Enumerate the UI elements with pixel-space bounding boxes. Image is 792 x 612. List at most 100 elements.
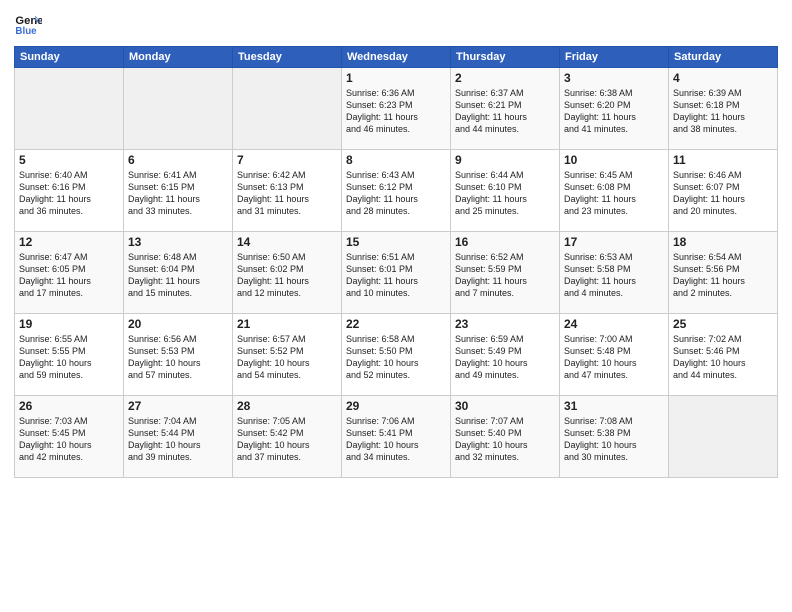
calendar-body: 1 Sunrise: 6:36 AM Sunset: 6:23 PM Daylig… (15, 68, 778, 478)
calendar-cell: 24Sunrise: 7:00 AM Sunset: 5:48 PM Dayli… (560, 314, 669, 396)
cell-info: Sunrise: 6:44 AM Sunset: 6:10 PM Dayligh… (455, 169, 555, 218)
week-row-2: 5 Sunrise: 6:40 AM Sunset: 6:16 PM Daylig… (15, 150, 778, 232)
calendar-cell (233, 68, 342, 150)
calendar-header: SundayMondayTuesdayWednesdayThursdayFrid… (15, 47, 778, 68)
cell-info: Sunrise: 7:08 AM Sunset: 5:38 PM Dayligh… (564, 415, 664, 464)
cell-info: Sunrise: 7:05 AM Sunset: 5:42 PM Dayligh… (237, 415, 337, 464)
header-day-sunday: Sunday (15, 47, 124, 68)
week-row-5: 26Sunrise: 7:03 AM Sunset: 5:45 PM Dayli… (15, 396, 778, 478)
day-number: 10 (564, 153, 664, 167)
calendar-cell: 15 Sunrise: 6:51 AM Sunset: 6:01 PM Dayli… (342, 232, 451, 314)
day-number: 7 (237, 153, 337, 167)
day-number: 20 (128, 317, 228, 331)
header-day-friday: Friday (560, 47, 669, 68)
cell-info: Sunrise: 6:58 AM Sunset: 5:50 PM Dayligh… (346, 333, 446, 382)
svg-text:Blue: Blue (15, 26, 37, 37)
day-number: 27 (128, 399, 228, 413)
cell-info: Sunrise: 6:53 AM Sunset: 5:58 PM Dayligh… (564, 251, 664, 300)
cell-info: Sunrise: 6:57 AM Sunset: 5:52 PM Dayligh… (237, 333, 337, 382)
cell-info: Sunrise: 6:47 AM Sunset: 6:05 PM Dayligh… (19, 251, 119, 300)
calendar-cell: 7 Sunrise: 6:42 AM Sunset: 6:13 PM Daylig… (233, 150, 342, 232)
day-number: 23 (455, 317, 555, 331)
cell-info: Sunrise: 6:42 AM Sunset: 6:13 PM Dayligh… (237, 169, 337, 218)
calendar-cell: 10 Sunrise: 6:45 AM Sunset: 6:08 PM Dayli… (560, 150, 669, 232)
cell-info: Sunrise: 6:46 AM Sunset: 6:07 PM Dayligh… (673, 169, 773, 218)
calendar-cell: 23Sunrise: 6:59 AM Sunset: 5:49 PM Dayli… (451, 314, 560, 396)
calendar-cell: 5 Sunrise: 6:40 AM Sunset: 6:16 PM Daylig… (15, 150, 124, 232)
week-row-4: 19 Sunrise: 6:55 AM Sunset: 5:55 PM Dayli… (15, 314, 778, 396)
cell-info: Sunrise: 6:39 AM Sunset: 6:18 PM Dayligh… (673, 87, 773, 136)
day-number: 18 (673, 235, 773, 249)
cell-info: Sunrise: 6:40 AM Sunset: 6:16 PM Dayligh… (19, 169, 119, 218)
calendar-cell: 9Sunrise: 6:44 AM Sunset: 6:10 PM Daylig… (451, 150, 560, 232)
calendar-cell: 21 Sunrise: 6:57 AM Sunset: 5:52 PM Dayli… (233, 314, 342, 396)
day-number: 31 (564, 399, 664, 413)
cell-info: Sunrise: 6:37 AM Sunset: 6:21 PM Dayligh… (455, 87, 555, 136)
calendar-cell (669, 396, 778, 478)
calendar-cell: 19 Sunrise: 6:55 AM Sunset: 5:55 PM Dayli… (15, 314, 124, 396)
day-number: 1 (346, 71, 446, 85)
week-row-1: 1 Sunrise: 6:36 AM Sunset: 6:23 PM Daylig… (15, 68, 778, 150)
header: General Blue (14, 10, 778, 38)
calendar-cell: 6 Sunrise: 6:41 AM Sunset: 6:15 PM Daylig… (124, 150, 233, 232)
calendar-cell: 17 Sunrise: 6:53 AM Sunset: 5:58 PM Dayli… (560, 232, 669, 314)
header-day-wednesday: Wednesday (342, 47, 451, 68)
cell-info: Sunrise: 7:02 AM Sunset: 5:46 PM Dayligh… (673, 333, 773, 382)
cell-info: Sunrise: 6:54 AM Sunset: 5:56 PM Dayligh… (673, 251, 773, 300)
cell-info: Sunrise: 6:56 AM Sunset: 5:53 PM Dayligh… (128, 333, 228, 382)
calendar-cell: 3 Sunrise: 6:38 AM Sunset: 6:20 PM Daylig… (560, 68, 669, 150)
day-number: 24 (564, 317, 664, 331)
day-number: 3 (564, 71, 664, 85)
day-number: 21 (237, 317, 337, 331)
day-number: 29 (346, 399, 446, 413)
cell-info: Sunrise: 7:03 AM Sunset: 5:45 PM Dayligh… (19, 415, 119, 464)
day-number: 5 (19, 153, 119, 167)
calendar-cell: 11 Sunrise: 6:46 AM Sunset: 6:07 PM Dayli… (669, 150, 778, 232)
day-number: 17 (564, 235, 664, 249)
calendar-cell: 1 Sunrise: 6:36 AM Sunset: 6:23 PM Daylig… (342, 68, 451, 150)
day-number: 13 (128, 235, 228, 249)
day-number: 6 (128, 153, 228, 167)
header-day-saturday: Saturday (669, 47, 778, 68)
calendar-cell: 4 Sunrise: 6:39 AM Sunset: 6:18 PM Daylig… (669, 68, 778, 150)
calendar-cell: 26Sunrise: 7:03 AM Sunset: 5:45 PM Dayli… (15, 396, 124, 478)
day-number: 28 (237, 399, 337, 413)
calendar-cell: 25 Sunrise: 7:02 AM Sunset: 5:46 PM Dayli… (669, 314, 778, 396)
day-number: 16 (455, 235, 555, 249)
calendar-cell: 2 Sunrise: 6:37 AM Sunset: 6:21 PM Daylig… (451, 68, 560, 150)
day-number: 15 (346, 235, 446, 249)
calendar-cell: 18 Sunrise: 6:54 AM Sunset: 5:56 PM Dayli… (669, 232, 778, 314)
calendar-cell: 20 Sunrise: 6:56 AM Sunset: 5:53 PM Dayli… (124, 314, 233, 396)
calendar-cell: 8Sunrise: 6:43 AM Sunset: 6:12 PM Daylig… (342, 150, 451, 232)
cell-info: Sunrise: 6:51 AM Sunset: 6:01 PM Dayligh… (346, 251, 446, 300)
calendar-cell: 30 Sunrise: 7:07 AM Sunset: 5:40 PM Dayli… (451, 396, 560, 478)
cell-info: Sunrise: 6:41 AM Sunset: 6:15 PM Dayligh… (128, 169, 228, 218)
calendar-cell: 31 Sunrise: 7:08 AM Sunset: 5:38 PM Dayli… (560, 396, 669, 478)
cell-info: Sunrise: 7:04 AM Sunset: 5:44 PM Dayligh… (128, 415, 228, 464)
cell-info: Sunrise: 6:52 AM Sunset: 5:59 PM Dayligh… (455, 251, 555, 300)
day-number: 25 (673, 317, 773, 331)
day-number: 4 (673, 71, 773, 85)
header-day-thursday: Thursday (451, 47, 560, 68)
day-number: 8 (346, 153, 446, 167)
day-number: 30 (455, 399, 555, 413)
cell-info: Sunrise: 6:45 AM Sunset: 6:08 PM Dayligh… (564, 169, 664, 218)
day-number: 22 (346, 317, 446, 331)
calendar-cell: 13 Sunrise: 6:48 AM Sunset: 6:04 PM Dayli… (124, 232, 233, 314)
week-row-3: 12Sunrise: 6:47 AM Sunset: 6:05 PM Dayli… (15, 232, 778, 314)
cell-info: Sunrise: 6:36 AM Sunset: 6:23 PM Dayligh… (346, 87, 446, 136)
calendar-cell (15, 68, 124, 150)
calendar-cell: 12Sunrise: 6:47 AM Sunset: 6:05 PM Dayli… (15, 232, 124, 314)
cell-info: Sunrise: 6:55 AM Sunset: 5:55 PM Dayligh… (19, 333, 119, 382)
day-number: 2 (455, 71, 555, 85)
calendar-cell: 29 Sunrise: 7:06 AM Sunset: 5:41 PM Dayli… (342, 396, 451, 478)
cell-info: Sunrise: 7:07 AM Sunset: 5:40 PM Dayligh… (455, 415, 555, 464)
cell-info: Sunrise: 7:06 AM Sunset: 5:41 PM Dayligh… (346, 415, 446, 464)
calendar-cell: 28 Sunrise: 7:05 AM Sunset: 5:42 PM Dayli… (233, 396, 342, 478)
cell-info: Sunrise: 6:48 AM Sunset: 6:04 PM Dayligh… (128, 251, 228, 300)
calendar-cell: 27 Sunrise: 7:04 AM Sunset: 5:44 PM Dayli… (124, 396, 233, 478)
cell-info: Sunrise: 6:38 AM Sunset: 6:20 PM Dayligh… (564, 87, 664, 136)
day-number: 11 (673, 153, 773, 167)
day-number: 19 (19, 317, 119, 331)
calendar-cell (124, 68, 233, 150)
